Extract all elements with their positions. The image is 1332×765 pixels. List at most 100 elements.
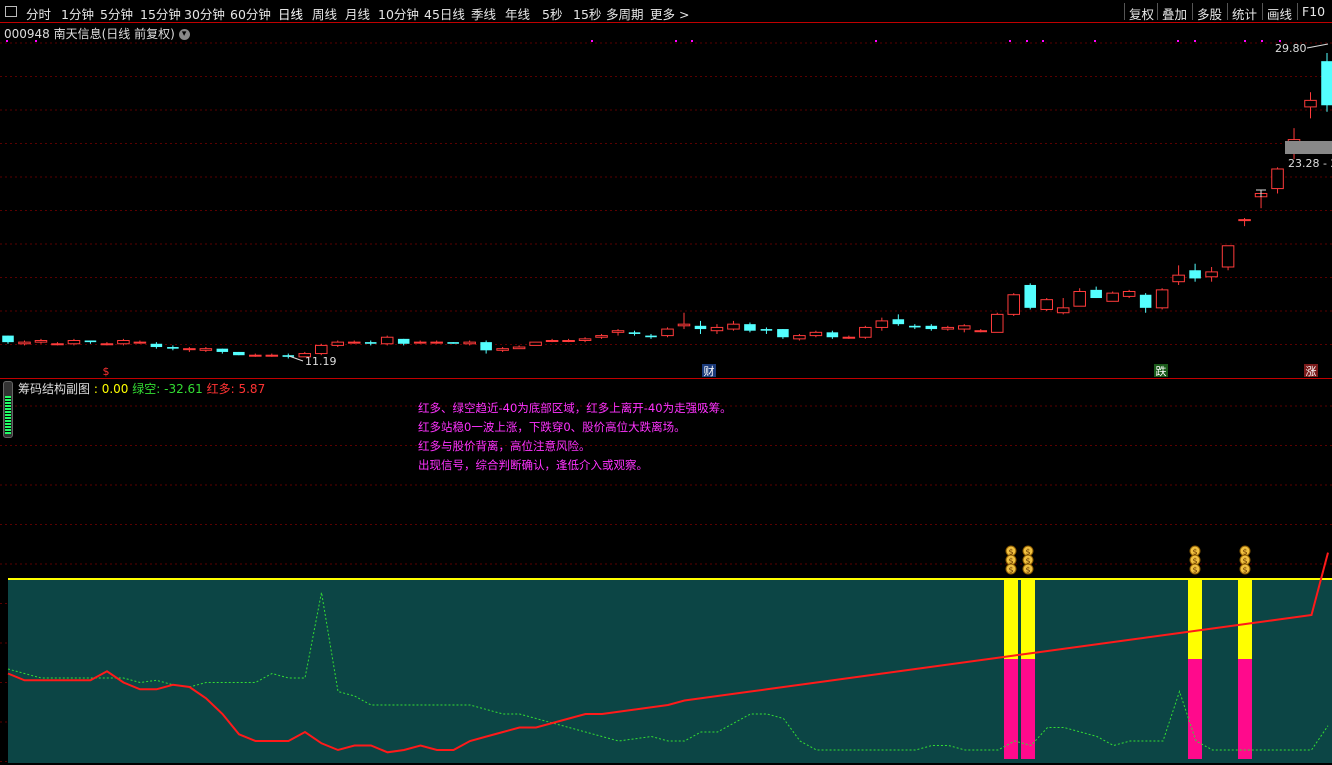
candle-body (777, 329, 789, 338)
red-legend: 红多: 5.87 (206, 382, 266, 396)
pane-scroll-handle[interactable] (3, 381, 13, 438)
period-tab[interactable]: 60分钟 (230, 4, 271, 23)
candle-body (628, 332, 641, 334)
note-line: 红多站稳0一波上涨，下跌穿0、股价高位大跌离场。 (418, 420, 686, 434)
period-tab[interactable]: 30分钟 (184, 4, 225, 23)
candle-body (744, 324, 756, 331)
signal-dot (1261, 40, 1263, 42)
period-tab[interactable]: 15分钟 (140, 4, 181, 23)
candle-body (199, 348, 213, 351)
signal-dot (675, 40, 677, 42)
toolbar-button[interactable]: F10 (1302, 4, 1325, 19)
toolbar-button[interactable]: 多股 (1197, 4, 1222, 23)
candle-body (760, 329, 773, 331)
period-tab[interactable]: 年线 (505, 4, 530, 23)
price-high-arrow (1306, 43, 1329, 49)
candle-body (150, 343, 163, 348)
toolbar-button[interactable]: 复权 (1129, 4, 1154, 23)
period-tab[interactable]: 多周期 (606, 4, 644, 23)
candle-body (793, 335, 806, 340)
candle-body (447, 342, 459, 344)
money-bag-icon: $ (1192, 566, 1197, 575)
period-tab[interactable]: 月线 (345, 4, 370, 23)
candle-body (645, 335, 657, 338)
indicator-notes: 红多、绿空趋近-40为底部区域，红多上离开-40为走强吸筹。 红多站稳0一波上涨… (418, 399, 732, 475)
toolbar-separator (1192, 3, 1193, 20)
candle-body (710, 326, 724, 332)
candle-body (958, 325, 971, 330)
candle-body (480, 342, 492, 351)
candle-body (1189, 270, 1201, 279)
green-legend: 绿空: -32.61 (132, 382, 203, 396)
candle-body (677, 323, 691, 327)
period-tab[interactable]: 15秒 (573, 4, 601, 23)
candle-body (2, 335, 14, 343)
money-bag-icon: $ (1008, 566, 1013, 575)
candle-body (529, 341, 542, 346)
candle-body (727, 323, 740, 330)
toolbar-button[interactable]: 画线 (1267, 4, 1292, 23)
event-marker: 涨 (1306, 365, 1317, 378)
toolbar-separator (1262, 3, 1263, 20)
candle-body (1321, 61, 1332, 106)
signal-dot (875, 40, 877, 42)
candle-body (875, 320, 889, 328)
candle-body (233, 351, 245, 356)
candle-body (826, 332, 839, 338)
signal-dot (1094, 40, 1096, 42)
period-toolbar: 分时 1分钟 5分钟 15分钟 30分钟 60分钟 日线 周线 月线 10分钟 45日线 季线 年线 5秒… (0, 0, 1332, 23)
candle-body (430, 341, 443, 344)
candle-body (1024, 284, 1036, 308)
candle-body (463, 341, 476, 345)
toolbar-separator (1124, 3, 1125, 20)
candle-body (117, 340, 130, 345)
candle-body (347, 341, 361, 344)
signal-dot (1026, 40, 1028, 42)
candle-body (413, 341, 427, 344)
candle-body (661, 328, 674, 337)
candle-body (1090, 289, 1102, 299)
signal-dot (35, 40, 37, 42)
period-tab[interactable]: 5分钟 (100, 4, 133, 23)
period-tab[interactable]: 季线 (471, 4, 496, 23)
signal-dot (6, 40, 8, 42)
candle-body (1056, 307, 1070, 314)
signal-bar-yellow (1004, 579, 1018, 665)
toolbar-button[interactable]: 统计 (1232, 4, 1257, 23)
note-line: 出现信号，综合判断确认，逢低介入或观察。 (418, 458, 648, 472)
period-tab[interactable]: 周线 (312, 4, 337, 23)
period-tab[interactable]: 分时 (26, 4, 51, 23)
signal-dot (1042, 40, 1044, 42)
candle-body (1040, 299, 1053, 310)
candle-body (249, 354, 262, 357)
candle-body (545, 340, 559, 343)
toolbar-button[interactable]: 叠加 (1162, 4, 1187, 23)
candle-body (694, 325, 707, 330)
price-range-bar (1285, 141, 1332, 154)
candle-body (216, 348, 229, 352)
event-marker: $ (103, 365, 110, 378)
period-tab[interactable]: 更多 > (650, 4, 689, 23)
candle-body (859, 326, 872, 338)
event-marker: 财 (704, 364, 715, 378)
toolbar-box-icon[interactable] (5, 6, 17, 17)
toolbar-separator (1227, 3, 1228, 20)
candle-body (611, 330, 625, 333)
period-tab[interactable]: 10分钟 (378, 4, 419, 23)
candle-body (941, 326, 955, 330)
price-chart[interactable]: 29.80 23.28 - 2 11.19 $ 财 跌 涨 (0, 23, 1332, 378)
signal-bar-pink (1021, 659, 1035, 759)
period-tab[interactable]: 5秒 (542, 4, 562, 23)
signal-dot (1194, 40, 1196, 42)
candle-body (1172, 274, 1185, 283)
period-tab[interactable]: 45日线 (424, 4, 465, 23)
teal-fill (8, 579, 1332, 763)
period-tab[interactable]: 1分钟 (61, 4, 94, 23)
signal-dot (591, 40, 593, 42)
candle-body (364, 342, 377, 344)
indicator-title-bar: 筹码结构副图 : 0.00 绿空: -32.61 红多: 5.87 (18, 380, 265, 397)
period-tab[interactable]: 日线 (278, 4, 303, 23)
candle-body (842, 336, 856, 339)
candle-body (1139, 294, 1152, 308)
note-line: 红多与股价背离，高位注意风险。 (418, 439, 591, 453)
